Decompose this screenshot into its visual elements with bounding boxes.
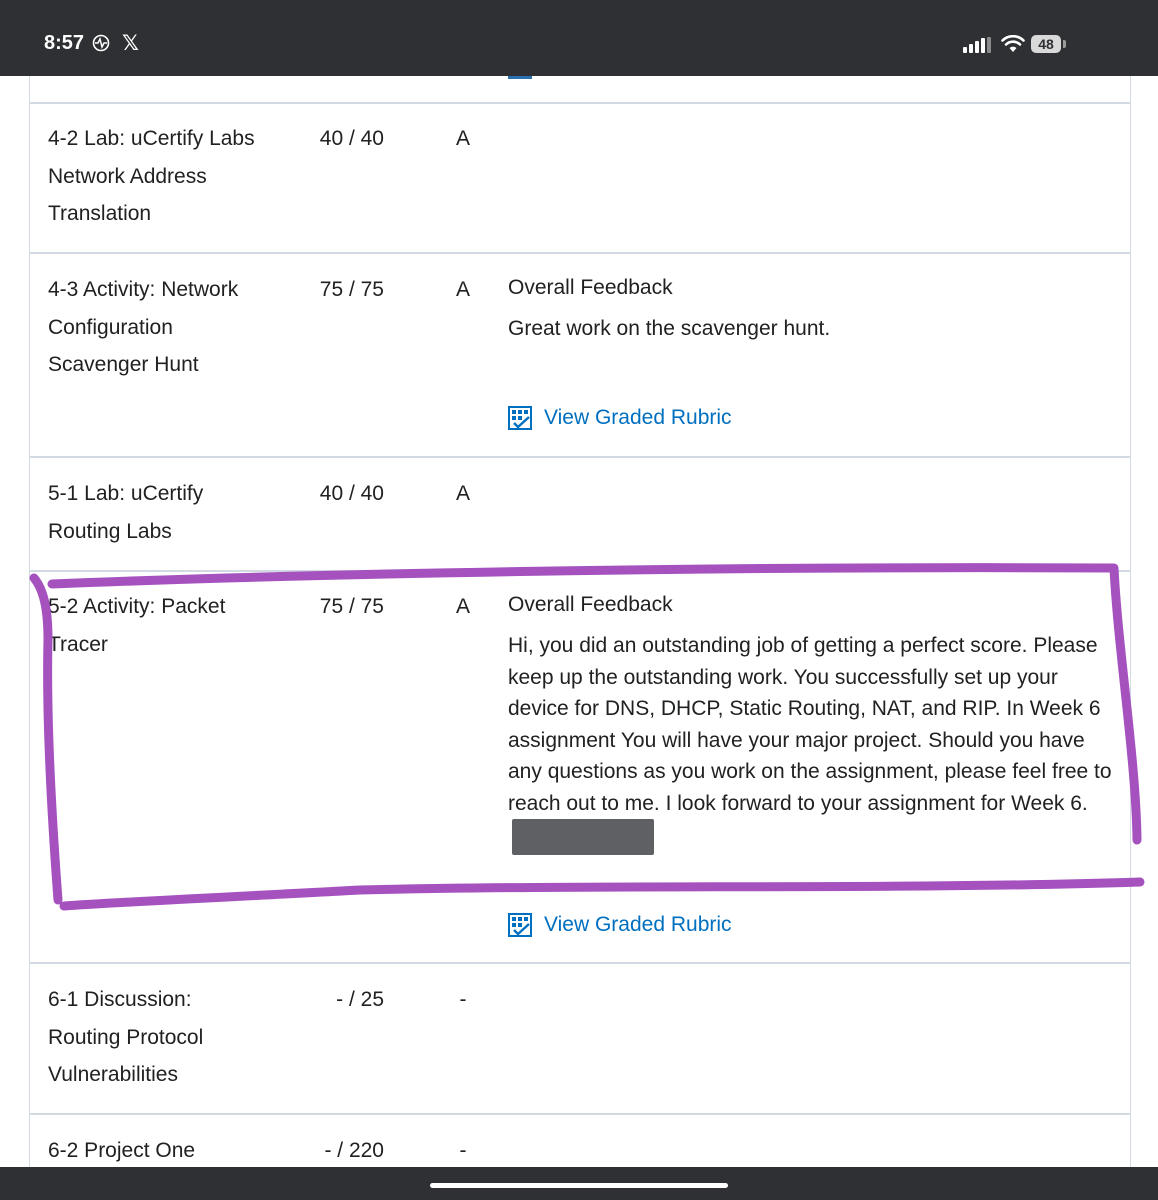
- grade-letter: A: [455, 278, 470, 301]
- row-divider: [30, 1113, 1130, 1115]
- grade-letter: A: [455, 127, 470, 150]
- row-divider: [30, 456, 1130, 458]
- feedback-title: Overall Feedback: [508, 276, 673, 299]
- feedback-text: Great work on the scavenger hunt.: [508, 317, 831, 340]
- rubric-link-label[interactable]: View Graded Rubric: [544, 913, 732, 937]
- grade-points: - / 25: [336, 988, 384, 1011]
- row-divider: [30, 102, 1130, 104]
- redacted-signature: [512, 819, 654, 855]
- battery-icon: 48: [1031, 35, 1061, 53]
- grade-item-name: 6-2 Project One: [48, 1139, 196, 1162]
- status-bar: 8:57 𝕏 48: [0, 0, 1158, 76]
- rubric-link-label[interactable]: View Graded Rubric: [544, 406, 732, 430]
- grade-letter: A: [455, 595, 470, 618]
- grade-item-name: 5-2 Activity: Packet Tracer: [48, 595, 226, 656]
- grade-letter: A: [455, 482, 470, 505]
- row-divider: [30, 252, 1130, 254]
- grade-points: 75 / 75: [319, 278, 384, 301]
- bottom-bar: [0, 1167, 1158, 1200]
- status-time: 8:57: [44, 32, 85, 54]
- home-indicator[interactable]: [430, 1183, 728, 1188]
- grade-item-name: 5-1 Lab: uCertify Routing Labs: [48, 482, 204, 543]
- activity-icon: [92, 34, 110, 52]
- wifi-icon: [1001, 35, 1025, 52]
- grade-item-name: 4-2 Lab: uCertify Labs Network Address T…: [48, 127, 255, 225]
- grade-letter: -: [459, 988, 467, 1011]
- feedback-title: Overall Feedback: [508, 593, 673, 616]
- grade-points: 75 / 75: [319, 595, 384, 618]
- signal-icon: [963, 37, 991, 53]
- view-graded-rubric-link[interactable]: View Graded Rubric: [508, 404, 732, 432]
- grade-points: - / 220: [324, 1139, 384, 1162]
- x-logo-icon: 𝕏: [122, 32, 139, 55]
- grade-letter: -: [459, 1139, 467, 1162]
- grades-table: 4-2 Lab: uCertify Labs Network Address T…: [29, 76, 1131, 1167]
- view-graded-rubric-link[interactable]: View Graded Rubric: [508, 911, 732, 939]
- rubric-icon: [508, 406, 532, 430]
- rubric-icon: [508, 913, 532, 937]
- battery-tip: [1063, 40, 1066, 48]
- feedback-text: Hi, you did an outstanding job of gettin…: [508, 630, 1118, 855]
- row-divider: [30, 570, 1130, 572]
- grade-points: 40 / 40: [319, 482, 384, 505]
- grade-item-name: 4-3 Activity: Network Configuration Scav…: [48, 278, 239, 376]
- row-divider: [30, 962, 1130, 964]
- grade-item-name: 6-1 Discussion: Routing Protocol Vulnera…: [48, 988, 204, 1086]
- rubric-icon: [508, 76, 532, 79]
- grade-points: 40 / 40: [319, 127, 384, 150]
